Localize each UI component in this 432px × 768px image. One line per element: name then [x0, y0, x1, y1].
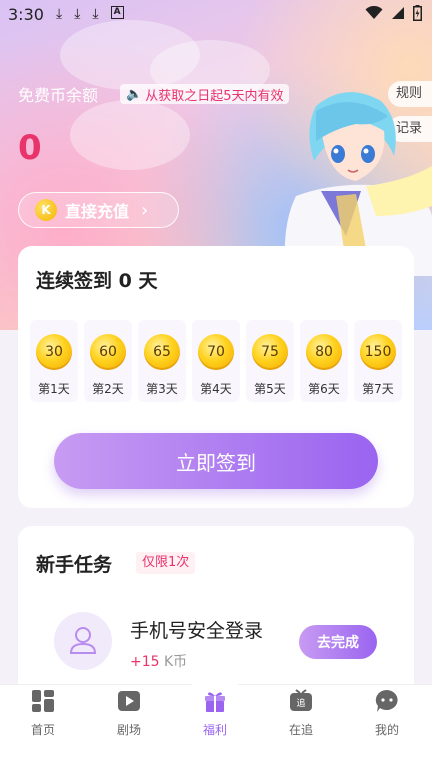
validity-text: 从获取之日起5天内有效 — [145, 88, 284, 104]
signin-days: 30 第1天 60 第2天 65 第3天 70 第4天 75 第5天 80 第6… — [30, 320, 402, 402]
chevron-right-icon: › — [141, 199, 149, 221]
newbie-task-title: 新手任务 — [36, 554, 113, 576]
system-icons — [365, 5, 422, 21]
status-bar: 3:30 ⤓ ⤓ ⤓ A — [0, 0, 432, 30]
nav-profile[interactable]: 我的 — [344, 685, 430, 745]
nav-home[interactable]: 首页 — [0, 685, 86, 745]
reward-unit: K币 — [159, 654, 188, 670]
signal-icon — [392, 7, 404, 19]
nav-label: 剧场 — [116, 723, 141, 737]
svg-text:追: 追 — [296, 697, 305, 709]
user-icon — [54, 612, 112, 670]
download-icon: ⤓ — [56, 6, 63, 22]
coin-reward: 80 — [306, 334, 342, 370]
signin-card: 连续签到 0 天 30 第1天 60 第2天 65 第3天 70 第4天 75 … — [18, 246, 414, 508]
day-label: 第1天 — [38, 382, 70, 396]
validity-notice: 🔈 从获取之日起5天内有效 — [120, 84, 290, 104]
bottom-nav: 首页 剧场 福利 追 在追 我的 — [0, 673, 432, 768]
signin-day: 75 第5天 — [246, 320, 294, 402]
signin-day: 65 第3天 — [138, 320, 186, 402]
signin-streak-title: 连续签到 0 天 — [36, 270, 158, 292]
day-label: 第7天 — [362, 382, 394, 396]
balance-label: 免费币余额 — [18, 86, 99, 105]
once-only-badge: 仅限1次 — [136, 552, 196, 574]
nav-label: 首页 — [30, 723, 55, 737]
tv-follow-icon: 追 — [290, 689, 312, 711]
nav-following[interactable]: 追 在追 — [258, 685, 344, 745]
notification-icons: ⤓ ⤓ ⤓ A — [56, 6, 124, 22]
day-label: 第5天 — [254, 382, 286, 396]
profile-chat-icon — [375, 689, 398, 712]
nav-label: 福利 — [202, 723, 227, 737]
day-label: 第3天 — [146, 382, 178, 396]
coin-reward: 60 — [90, 334, 126, 370]
coin-reward: 70 — [198, 334, 234, 370]
signin-day: 80 第6天 — [300, 320, 348, 402]
battery-charging-icon — [413, 5, 422, 21]
signin-day: 30 第1天 — [30, 320, 78, 402]
nav-welfare[interactable]: 福利 — [172, 685, 258, 745]
coin-reward: 30 — [36, 334, 72, 370]
day-label: 第6天 — [308, 382, 340, 396]
text-a-icon: A — [110, 6, 124, 19]
balance-value: 0 — [18, 128, 42, 168]
wifi-icon — [365, 6, 383, 19]
day-label: 第4天 — [200, 382, 232, 396]
nav-theater[interactable]: 剧场 — [86, 685, 172, 745]
signin-day: 150 第7天 — [354, 320, 402, 402]
play-icon — [118, 691, 140, 711]
speaker-icon: 🔈 — [126, 86, 143, 102]
download-icon: ⤓ — [74, 6, 81, 22]
signin-day: 70 第4天 — [192, 320, 240, 402]
recharge-button[interactable]: K 直接充值 › — [18, 192, 179, 228]
home-grid-icon — [32, 690, 54, 712]
k-coin-icon: K — [35, 199, 57, 221]
coin-reward: 150 — [360, 334, 396, 370]
download-icon: ⤓ — [92, 6, 99, 22]
task-reward: +15 K币 — [130, 651, 187, 671]
gift-icon — [205, 692, 225, 712]
task-name: 手机号安全登录 — [130, 620, 264, 642]
nav-label: 在追 — [288, 723, 313, 737]
nav-label: 我的 — [374, 723, 399, 737]
recharge-label: 直接充值 — [65, 202, 130, 221]
reward-amount: +15 — [130, 654, 160, 670]
signin-day: 60 第2天 — [84, 320, 132, 402]
day-label: 第2天 — [92, 382, 124, 396]
coin-reward: 65 — [144, 334, 180, 370]
signin-now-button[interactable]: 立即签到 — [54, 433, 378, 489]
status-time: 3:30 — [8, 5, 44, 24]
go-complete-button[interactable]: 去完成 — [299, 625, 377, 659]
coin-reward: 75 — [252, 334, 288, 370]
